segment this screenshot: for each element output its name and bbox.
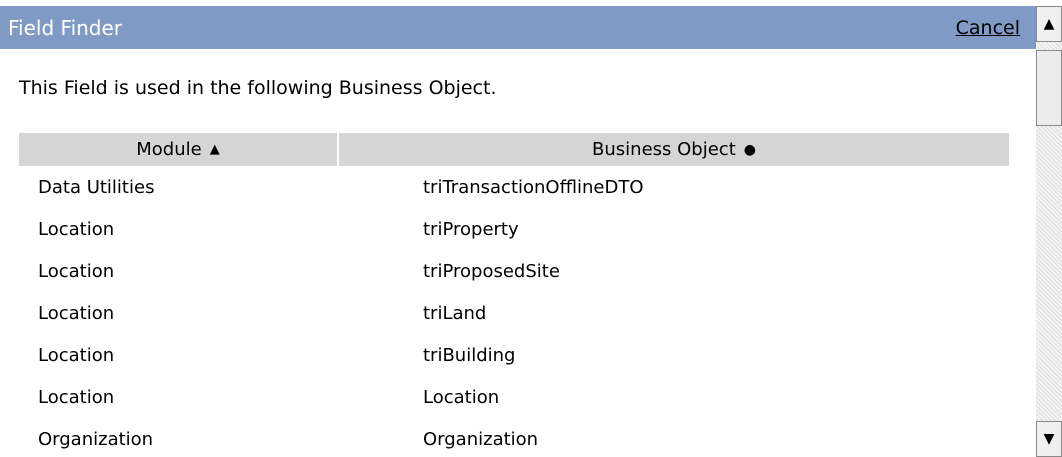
- field-finder-window: Field Finder Cancel This Field is used i…: [0, 0, 1062, 457]
- sort-dot-icon: ●: [743, 141, 756, 158]
- sort-ascending-icon: ▲: [209, 142, 220, 157]
- window-title: Field Finder: [8, 15, 123, 40]
- table-row[interactable]: Organization Organization: [19, 418, 1009, 457]
- column-header-business-object[interactable]: Business Object ●: [339, 133, 1009, 166]
- scroll-thumb[interactable]: [1036, 50, 1062, 126]
- business-object-cell: triBuilding: [423, 344, 516, 366]
- module-cell: Organization: [38, 428, 154, 450]
- module-cell: Location: [38, 260, 115, 282]
- vertical-scrollbar[interactable]: ▲ ▼: [1036, 6, 1062, 457]
- description-text: This Field is used in the following Busi…: [19, 77, 497, 99]
- table-row[interactable]: Data Utilities triTransactionOfflineDTO: [19, 166, 1009, 208]
- module-cell: Location: [38, 302, 115, 324]
- business-object-cell: triProperty: [423, 218, 519, 240]
- title-bar: Field Finder Cancel: [0, 6, 1036, 49]
- business-object-cell: triLand: [423, 302, 487, 324]
- table-row[interactable]: Location triBuilding: [19, 334, 1009, 376]
- module-cell: Data Utilities: [38, 176, 155, 198]
- scroll-up-button[interactable]: ▲: [1036, 6, 1062, 42]
- table-header: Module ▲ Business Object ●: [19, 133, 1009, 166]
- module-cell: Location: [38, 218, 115, 240]
- arrow-up-icon: ▲: [1043, 16, 1055, 32]
- business-object-cell: triTransactionOfflineDTO: [423, 176, 644, 198]
- table-row[interactable]: Location triProposedSite: [19, 250, 1009, 292]
- table-row[interactable]: Location triProperty: [19, 208, 1009, 250]
- scroll-down-button[interactable]: ▼: [1036, 421, 1062, 457]
- module-cell: Location: [38, 344, 115, 366]
- business-object-cell: triProposedSite: [423, 260, 560, 282]
- business-object-table: Module ▲ Business Object ● Data Utilitie…: [19, 133, 1009, 457]
- module-cell: Location: [38, 386, 115, 408]
- column-header-module-label: Module: [136, 139, 202, 160]
- column-header-module[interactable]: Module ▲: [19, 133, 339, 166]
- column-header-business-object-label: Business Object: [592, 139, 736, 160]
- business-object-cell: Location: [423, 386, 500, 408]
- table-row[interactable]: Location Location: [19, 376, 1009, 418]
- table-row[interactable]: Location triLand: [19, 292, 1009, 334]
- business-object-cell: Organization: [423, 428, 539, 450]
- cancel-link[interactable]: Cancel: [956, 17, 1020, 39]
- arrow-down-icon: ▼: [1043, 431, 1055, 447]
